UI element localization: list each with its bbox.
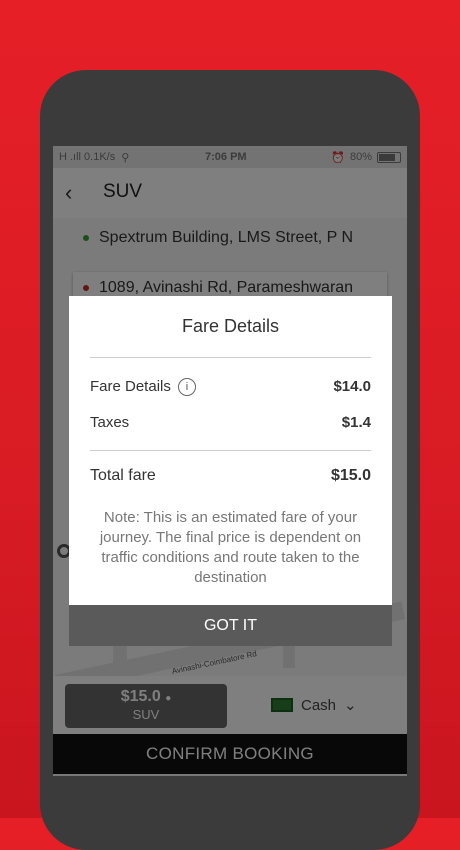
taxes-label: Taxes [90, 414, 130, 431]
total-row: Total fare $15.0 [90, 467, 371, 485]
taxes-row: Taxes $1.4 [90, 414, 371, 431]
fare-note: Note: This is an estimated fare of your … [99, 509, 362, 586]
divider [90, 450, 371, 451]
taxes-value: $1.4 [341, 414, 371, 431]
divider [90, 357, 371, 358]
info-icon[interactable]: i [178, 378, 197, 397]
fare-label: Fare Details [90, 378, 171, 395]
got-it-button[interactable]: GOT IT [69, 605, 392, 646]
fare-row: Fare Details i $14.0 [90, 378, 371, 397]
fare-value: $14.0 [333, 378, 371, 395]
fare-details-dialog: Fare Details Fare Details i $14.0 Taxes … [69, 296, 392, 646]
dialog-title: Fare Details [181, 316, 280, 336]
total-value: $15.0 [330, 467, 371, 484]
total-label: Total fare [90, 467, 156, 484]
